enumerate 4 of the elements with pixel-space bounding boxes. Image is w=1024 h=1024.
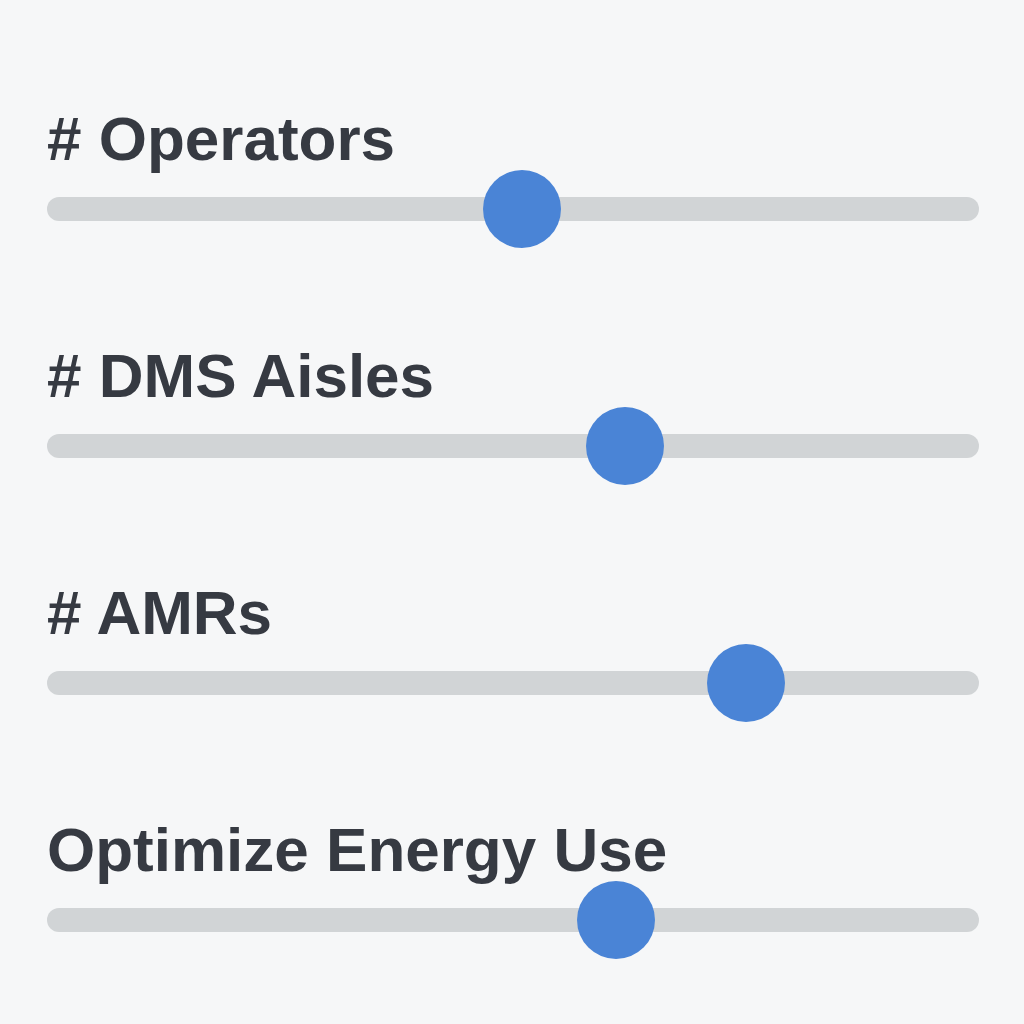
slider-label: # AMRs: [47, 582, 273, 644]
slider-label: # DMS Aisles: [47, 345, 435, 407]
slider-track[interactable]: [47, 407, 979, 485]
slider-track[interactable]: [47, 644, 979, 722]
